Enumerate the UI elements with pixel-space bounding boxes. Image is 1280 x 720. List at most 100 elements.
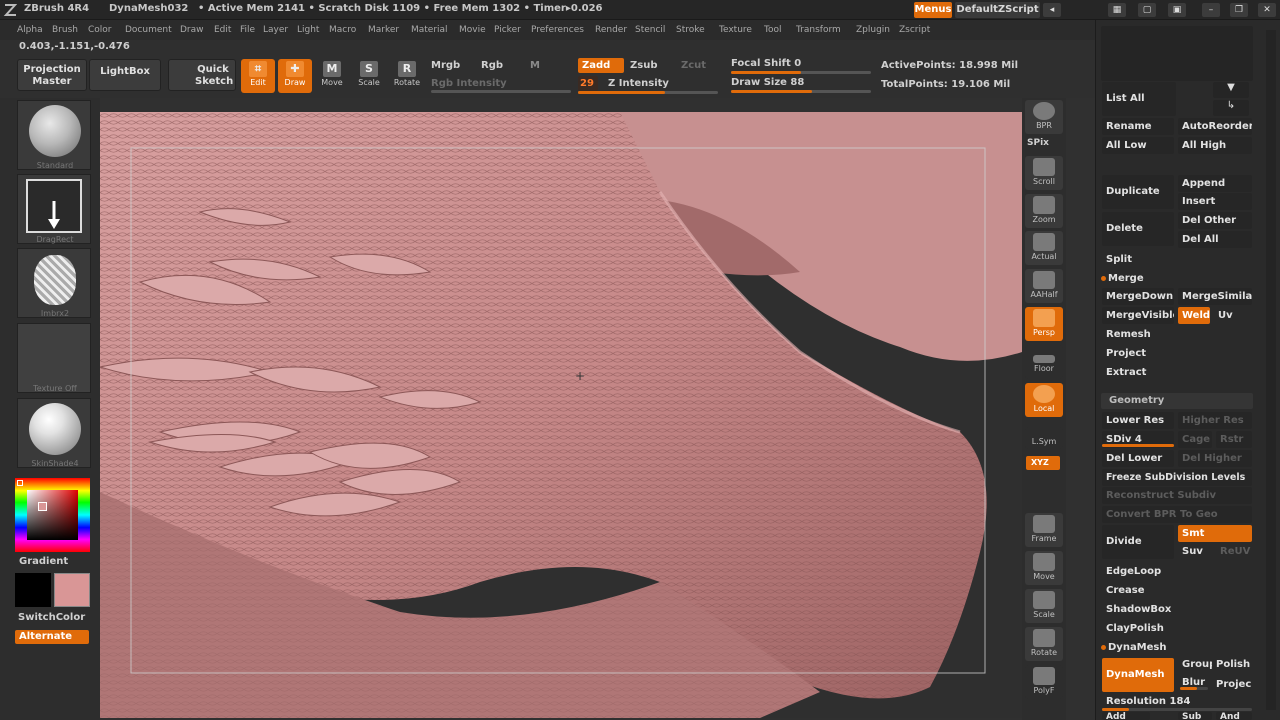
actual-button[interactable]: Actual (1025, 231, 1063, 265)
rotate-mode-button[interactable]: R Rotate (390, 59, 424, 93)
menu-marker[interactable]: Marker (368, 25, 399, 35)
main-color-swatch[interactable] (54, 573, 90, 607)
all-low-button[interactable]: All Low (1102, 137, 1174, 154)
menu-color[interactable]: Color (88, 25, 112, 35)
zcut-button[interactable]: Zcut (681, 60, 706, 71)
insert-button[interactable]: Insert (1178, 193, 1252, 210)
zsub-button[interactable]: Zsub (630, 60, 657, 71)
canvas-viewport[interactable]: + (100, 112, 1022, 718)
uv-toggle[interactable]: Uv (1214, 307, 1252, 324)
color-picker-cursor[interactable] (38, 502, 47, 511)
secondary-color-swatch[interactable] (15, 573, 51, 607)
rgb-intensity-track[interactable] (431, 90, 571, 93)
projection-master-button[interactable]: Projection Master (17, 59, 87, 91)
del-all-button[interactable]: Del All (1178, 231, 1252, 248)
brush-picker[interactable]: Standard (17, 100, 91, 170)
reuv-button[interactable]: ReUV (1216, 543, 1252, 560)
merge-section[interactable]: Merge (1104, 270, 1252, 287)
menu-texture[interactable]: Texture (719, 25, 752, 35)
focal-shift-track[interactable] (731, 71, 871, 74)
menu-zplugin[interactable]: Zplugin (856, 25, 890, 35)
m-button[interactable]: M (530, 60, 540, 71)
lock-icon[interactable]: ▣ (1168, 3, 1186, 17)
rstr-button[interactable]: Rstr (1216, 431, 1252, 448)
scale-mode-button[interactable]: S Scale (352, 59, 386, 93)
sub-button[interactable]: Sub (1178, 712, 1212, 720)
stroke-picker[interactable]: DragRect (17, 174, 91, 244)
palette-scrollbar[interactable] (1266, 30, 1276, 710)
frame-button[interactable]: Frame (1025, 513, 1063, 547)
group-toggle[interactable]: Group (1178, 656, 1212, 673)
menu-zscript[interactable]: Zscript (899, 25, 930, 35)
convert-bpr-button[interactable]: Convert BPR To Geo (1102, 506, 1252, 523)
menu-brush[interactable]: Brush (52, 25, 78, 35)
del-lower-button[interactable]: Del Lower (1102, 450, 1174, 467)
del-higher-button[interactable]: Del Higher (1178, 450, 1252, 467)
move-view-button[interactable]: Move (1025, 551, 1063, 585)
add-button[interactable]: Add (1102, 712, 1150, 720)
switch-color-button[interactable]: SwitchColor (18, 612, 85, 623)
lower-res-button[interactable]: Lower Res (1102, 412, 1174, 429)
material-picker[interactable]: SkinShade4 (17, 398, 91, 468)
scale-view-button[interactable]: Scale (1025, 589, 1063, 623)
spix-slider[interactable]: SPix (1027, 138, 1049, 148)
menu-draw[interactable]: Draw (180, 25, 204, 35)
menu-picker[interactable]: Picker (494, 25, 521, 35)
blur-track[interactable] (1180, 687, 1208, 690)
menu-render[interactable]: Render (595, 25, 627, 35)
menu-stencil[interactable]: Stencil (635, 25, 665, 35)
dynamesh-button[interactable]: DynaMesh (1102, 658, 1174, 692)
higher-res-button[interactable]: Higher Res (1178, 412, 1252, 429)
duplicate-button[interactable]: Duplicate (1102, 175, 1174, 209)
lightbox-button[interactable]: LightBox (89, 59, 161, 91)
restore-icon[interactable]: ❐ (1230, 3, 1248, 17)
weld-toggle[interactable]: Weld (1178, 307, 1210, 324)
menu-tool[interactable]: Tool (764, 25, 781, 35)
menu-document[interactable]: Document (125, 25, 172, 35)
edit-mode-button[interactable]: ⌗ Edit (241, 59, 275, 93)
menu-movie[interactable]: Movie (459, 25, 486, 35)
menu-layer[interactable]: Layer (263, 25, 288, 35)
alpha-picker[interactable]: Imbrx2 (17, 248, 91, 318)
arrow-down-icon[interactable]: ▼ (1213, 82, 1249, 98)
rename-button[interactable]: Rename (1102, 118, 1174, 135)
menu-material[interactable]: Material (411, 25, 448, 35)
subtool-list[interactable] (1101, 26, 1253, 81)
menu-alpha[interactable]: Alpha (17, 25, 43, 35)
focal-shift-slider[interactable]: Focal Shift 0 (731, 58, 801, 69)
tile-icon[interactable]: ▢ (1138, 3, 1156, 17)
menu-transform[interactable]: Transform (796, 25, 841, 35)
menus-button[interactable]: Menus (914, 2, 952, 18)
help-icon[interactable]: ◂ (1043, 3, 1061, 17)
zoom-button[interactable]: Zoom (1025, 194, 1063, 228)
merge-visible-button[interactable]: MergeVisible (1102, 307, 1174, 324)
close-icon[interactable]: ✕ (1258, 3, 1276, 17)
list-all-button[interactable]: List All (1102, 82, 1176, 116)
project-toggle[interactable]: Projec (1212, 676, 1252, 693)
resolution-track[interactable] (1102, 708, 1252, 711)
and-button[interactable]: And (1216, 712, 1252, 720)
merge-down-button[interactable]: MergeDown (1102, 288, 1174, 305)
menu-edit[interactable]: Edit (214, 25, 231, 35)
dynamesh-section[interactable]: DynaMesh (1104, 639, 1252, 656)
texture-picker[interactable]: Texture Off (17, 323, 91, 393)
merge-similar-button[interactable]: MergeSimilar (1178, 288, 1252, 305)
draw-size-track[interactable] (731, 90, 871, 93)
polish-toggle[interactable]: Polish (1212, 656, 1252, 673)
menu-macro[interactable]: Macro (329, 25, 356, 35)
menu-stroke[interactable]: Stroke (676, 25, 705, 35)
polyf-button[interactable]: PolyF (1025, 665, 1063, 699)
persp-button[interactable]: Persp (1025, 307, 1063, 341)
geometry-header[interactable]: Geometry (1101, 393, 1253, 409)
crease-section[interactable]: Crease (1102, 582, 1252, 599)
auto-reorder-button[interactable]: AutoReorder (1178, 118, 1252, 135)
menu-preferences[interactable]: Preferences (531, 25, 584, 35)
remesh-section[interactable]: Remesh (1102, 326, 1252, 343)
color-picker-square[interactable] (27, 490, 78, 540)
gradient-button[interactable]: Gradient (19, 556, 68, 567)
all-high-button[interactable]: All High (1178, 137, 1252, 154)
claypolish-section[interactable]: ClayPolish (1102, 620, 1252, 637)
suv-toggle[interactable]: Suv (1178, 543, 1212, 560)
split-section[interactable]: Split (1102, 251, 1252, 268)
scroll-button[interactable]: Scroll (1025, 156, 1063, 190)
